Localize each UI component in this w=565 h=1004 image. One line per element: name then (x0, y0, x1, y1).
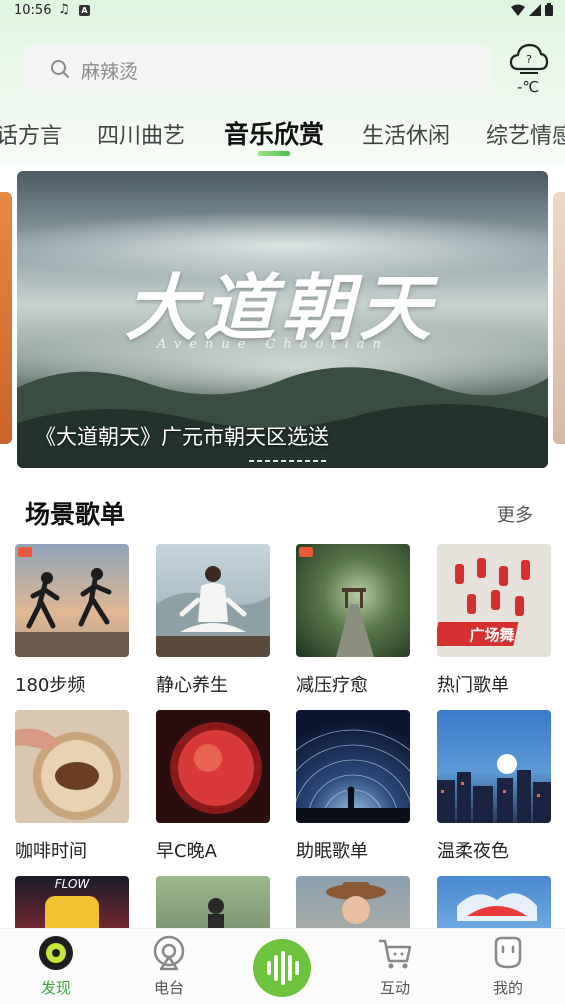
playlist-cover (156, 710, 270, 823)
playlist-title: 静心养生 (156, 675, 228, 696)
banner-subtitle: Avenue Chaotian (157, 337, 389, 352)
active-tab-indicator (258, 151, 290, 156)
playlist-cover (437, 710, 551, 823)
playlist-card[interactable]: 助眠歌单 (296, 710, 410, 863)
signal-icon (529, 3, 541, 16)
banner-carousel[interactable]: 大道朝天 Avenue Chaotian 《大道朝天》广元市朝天区选送 (17, 171, 548, 468)
section-title: 场景歌单 (25, 500, 126, 529)
audio-wave-icon (267, 951, 299, 985)
status-time: 10:56 (14, 3, 52, 18)
playlist-card[interactable]: 早C晚A (156, 710, 270, 863)
status-indicators (511, 3, 553, 16)
tab-dialect[interactable]: 话方言 (0, 118, 62, 150)
nav-label: 电台 (153, 979, 184, 997)
playlist-title: 助眠歌单 (296, 841, 368, 862)
more-link[interactable]: 更多 (497, 501, 533, 527)
nav-mine[interactable]: 我的 (468, 929, 548, 1004)
tab-sichuan-opera[interactable]: 四川曲艺 (97, 118, 185, 150)
playlist-title: 180步频 (15, 675, 86, 696)
playlist-card[interactable]: 减压疗愈 (296, 544, 410, 697)
carousel-prev-card[interactable] (0, 192, 12, 444)
nav-label: 互动 (379, 979, 410, 997)
playlist-cover (296, 544, 410, 657)
playlist-title: 热门歌单 (437, 675, 509, 696)
playlist-card[interactable]: 咖啡时间 (15, 710, 129, 863)
nav-discover[interactable]: 发现 (16, 929, 96, 1004)
carousel-dots (249, 460, 326, 462)
playlist-cover: 广场舞 (437, 544, 551, 657)
play-center-button[interactable] (253, 939, 311, 997)
search-input[interactable]: 麻辣烫 (24, 45, 491, 94)
nav-interact[interactable]: 互动 (355, 929, 435, 1004)
nav-label: 我的 (492, 979, 523, 997)
status-bar: 10:56 ♫ A (0, 0, 565, 24)
weather-temperature: -℃ (517, 78, 540, 96)
playlist-card[interactable]: 180步频 (15, 544, 129, 697)
playlist-cover (156, 544, 270, 657)
playlist-badge: 广场舞 (469, 626, 514, 644)
playlist-title: 早C晚A (156, 841, 217, 862)
playlist-title: 温柔夜色 (437, 841, 509, 862)
cart-icon (379, 939, 412, 969)
playlist-title: 咖啡时间 (15, 841, 87, 862)
music-note-icon: ♫ (58, 2, 70, 17)
tab-leisure[interactable]: 生活休闲 (362, 118, 450, 150)
playlist-title: 减压疗愈 (296, 675, 368, 696)
wifi-icon (511, 4, 525, 16)
playlist-cover (15, 710, 129, 823)
weather-widget[interactable]: ? -℃ (505, 42, 553, 98)
banner-caption: 《大道朝天》广元市朝天区选送 (35, 425, 329, 449)
radio-icon (153, 935, 185, 971)
tab-variety[interactable]: 综艺情感 (486, 118, 565, 150)
nav-label: 发现 (40, 979, 71, 997)
search-placeholder: 麻辣烫 (81, 61, 139, 83)
playlist-card[interactable]: 静心养生 (156, 544, 270, 697)
bottom-navigation: 发现 电台 互动 我的 (0, 928, 565, 1004)
category-tabs: 话方言 四川曲艺 音乐欣赏 生活休闲 综艺情感 (0, 112, 565, 162)
nav-radio[interactable]: 电台 (129, 929, 209, 1004)
profile-icon (494, 936, 522, 969)
discover-icon (39, 936, 73, 970)
battery-icon (545, 3, 553, 16)
playlist-cover (296, 710, 410, 823)
playlist-cover (15, 544, 129, 657)
carousel-next-card[interactable] (553, 192, 565, 444)
playlist-badge: FLOW (55, 877, 91, 891)
svg-text:?: ? (526, 53, 532, 66)
playlist-card[interactable]: 广场舞 热门歌单 (437, 544, 551, 697)
search-icon (51, 60, 69, 78)
tab-music-appreciation[interactable]: 音乐欣赏 (224, 115, 324, 151)
app-notification-icon: A (79, 5, 90, 16)
weather-cloud-icon: ? (509, 43, 549, 74)
playlist-card[interactable]: 温柔夜色 (437, 710, 551, 863)
